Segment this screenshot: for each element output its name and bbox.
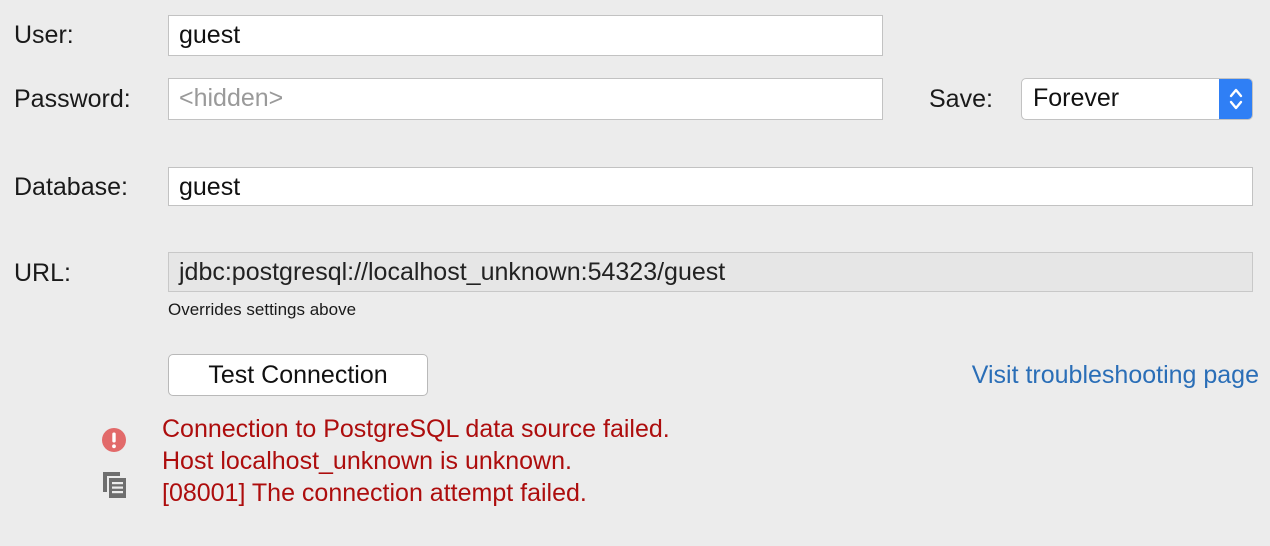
error-message-line: [08001] The connection attempt failed. <box>162 479 587 507</box>
url-field[interactable]: jdbc:postgresql://localhost_unknown:5432… <box>168 252 1253 292</box>
password-input[interactable]: <hidden> <box>168 78 883 120</box>
chevron-up-down-icon <box>1219 79 1252 119</box>
database-input[interactable]: guest <box>168 167 1253 206</box>
error-message-line: Host localhost_unknown is unknown. <box>162 447 572 475</box>
user-input[interactable]: guest <box>168 15 883 56</box>
error-icon <box>101 427 127 458</box>
url-label: URL: <box>14 259 71 287</box>
user-label: User: <box>14 21 74 49</box>
troubleshooting-link[interactable]: Visit troubleshooting page <box>972 360 1259 390</box>
save-select[interactable]: Forever <box>1021 78 1253 120</box>
save-label: Save: <box>929 85 993 113</box>
url-hint: Overrides settings above <box>168 300 357 319</box>
save-select-value: Forever <box>1033 84 1120 112</box>
error-message-line: Connection to PostgreSQL data source fai… <box>162 415 670 443</box>
database-label: Database: <box>14 173 128 201</box>
password-label: Password: <box>14 85 131 113</box>
copy-icon[interactable] <box>102 471 128 504</box>
test-connection-button[interactable]: Test Connection <box>168 354 428 396</box>
